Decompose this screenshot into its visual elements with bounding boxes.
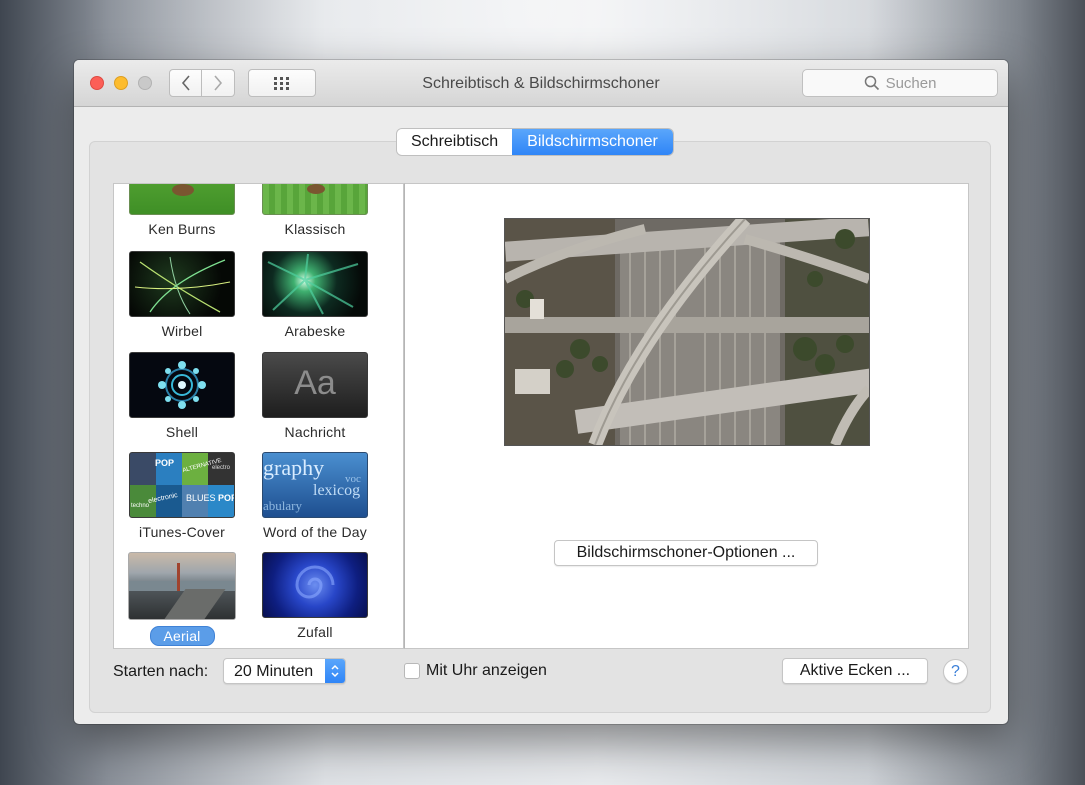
- itunes-thumb-text: electro: [212, 465, 231, 471]
- screensaver-label: Arabeske: [284, 323, 346, 339]
- title-bar: Schreibtisch & Bildschirmschoner Suchen: [74, 60, 1008, 107]
- nachricht-thumb-text: Aa: [294, 364, 336, 402]
- search-icon: [864, 75, 879, 91]
- nachricht-thumb: Aa: [262, 352, 368, 418]
- itunes-cover-thumb: POP ALTERNATIVE electro BLUES POP electr…: [129, 452, 235, 518]
- screensaver-label: Klassisch: [284, 221, 346, 237]
- screensaver-label: iTunes-Cover: [139, 524, 225, 540]
- screensaver-item-itunes-cover[interactable]: POP ALTERNATIVE electro BLUES POP electr…: [117, 452, 247, 540]
- screensaver-label: Aerial: [149, 626, 215, 646]
- screensaver-list[interactable]: Ken Burns Klassisch Wirbel Arabeske Shel…: [113, 183, 404, 649]
- word-thumb-text: abulary: [263, 498, 302, 513]
- screensaver-item-word-of-the-day[interactable]: graphy voc lexicog abulary Word of the D…: [250, 452, 380, 540]
- screensaver-item-aerial[interactable]: Aerial: [117, 552, 247, 646]
- search-field[interactable]: Suchen: [802, 69, 998, 97]
- show-clock-checkbox[interactable]: [404, 663, 420, 679]
- screensaver-item-zufall[interactable]: Zufall: [250, 552, 380, 640]
- word-thumb-text: graphy: [263, 455, 325, 480]
- tab-bildschirmschoner[interactable]: Bildschirmschoner: [512, 129, 673, 155]
- screensaver-label: Shell: [165, 424, 199, 440]
- screensaver-label: Wirbel: [161, 323, 203, 339]
- wirbel-thumb: [129, 251, 235, 317]
- screensaver-item-shell[interactable]: Shell: [117, 352, 247, 440]
- start-after-select[interactable]: 20 Minuten: [223, 658, 346, 684]
- preferences-window: Schreibtisch & Bildschirmschoner Suchen …: [74, 60, 1008, 724]
- start-after-label: Starten nach:: [113, 663, 209, 680]
- itunes-thumb-text: techno: [131, 503, 150, 509]
- screensaver-item-arabeske[interactable]: Arabeske: [250, 251, 380, 339]
- preview-area: Bildschirmschoner-Optionen ...: [404, 183, 969, 649]
- screensaver-label: Word of the Day: [263, 524, 367, 540]
- screensaver-label: Zufall: [297, 624, 333, 640]
- itunes-thumb-text: BLUES: [186, 493, 216, 503]
- screensaver-label: Ken Burns: [148, 221, 216, 237]
- screensaver-item-wirbel[interactable]: Wirbel: [117, 251, 247, 339]
- aerial-thumb: [128, 552, 236, 620]
- screensaver-item-nachricht[interactable]: Aa Nachricht: [250, 352, 380, 440]
- screensaver-item-klassisch[interactable]: Klassisch: [250, 184, 380, 237]
- hot-corners-button[interactable]: Aktive Ecken ...: [782, 658, 928, 684]
- stepper-arrows-icon: [325, 659, 345, 683]
- screensaver-label: Nachricht: [284, 424, 346, 440]
- ken-burns-thumb: [129, 184, 235, 215]
- tab-bar: Schreibtisch Bildschirmschoner: [397, 129, 673, 155]
- start-after-value: 20 Minuten: [234, 663, 314, 680]
- arabeske-thumb: [262, 251, 368, 317]
- screensaver-item-ken-burns[interactable]: Ken Burns: [117, 184, 247, 237]
- show-clock-label[interactable]: Mit Uhr anzeigen: [426, 662, 547, 680]
- shell-thumb: [129, 352, 235, 418]
- zufall-thumb: [262, 552, 368, 618]
- screensaver-options-button[interactable]: Bildschirmschoner-Optionen ...: [554, 540, 818, 566]
- itunes-thumb-text: POP: [155, 458, 175, 468]
- word-thumb-text: lexicog: [313, 482, 361, 499]
- klassisch-thumb: [262, 184, 368, 215]
- tab-schreibtisch[interactable]: Schreibtisch: [397, 129, 513, 155]
- aerial-preview-image: [504, 218, 870, 446]
- word-of-the-day-thumb: graphy voc lexicog abulary: [262, 452, 368, 518]
- itunes-thumb-text: POP: [218, 493, 234, 503]
- help-button[interactable]: ?: [943, 659, 968, 684]
- aerial-freeway-image: [505, 219, 869, 445]
- search-placeholder: Suchen: [885, 74, 937, 92]
